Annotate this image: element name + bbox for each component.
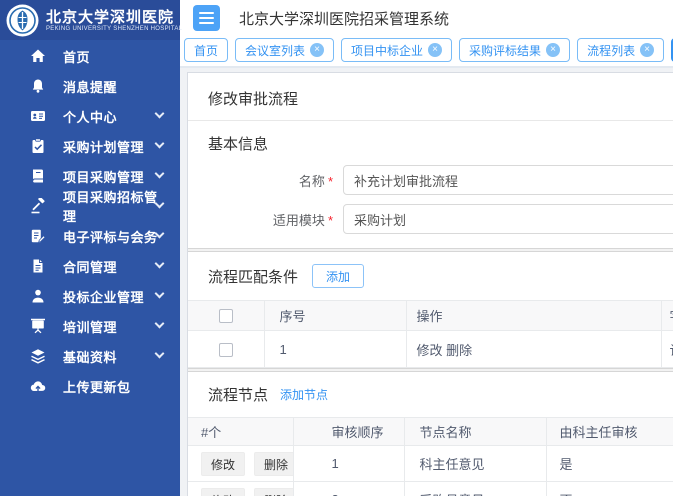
delete-button[interactable]: 删除: [254, 488, 293, 496]
hospital-name-en: PEKING UNIVERSITY SHENZHEN HOSPITAL: [46, 26, 182, 32]
content-area: 修改审批流程 基本信息 名称* 适用模块* 流程匹配条件 添加: [180, 68, 673, 496]
add-condition-button[interactable]: 添加: [312, 264, 364, 288]
cloud-upload-icon: [30, 378, 46, 394]
sidebar-item-e-evaluation[interactable]: 电子评标与会务: [0, 221, 180, 251]
chevron-down-icon: [155, 319, 165, 329]
tab-home[interactable]: 首页: [184, 38, 228, 62]
edit-button[interactable]: 修改: [201, 452, 245, 476]
col-dept-review: 由科主任审核: [546, 418, 673, 446]
table-row: 修改删除 1 科主任意见 是: [188, 446, 673, 482]
delete-button[interactable]: 删除: [254, 452, 293, 476]
match-conditions-table: 序号 操作 字 1 修改 删除 计: [188, 300, 673, 368]
sidebar-item-home[interactable]: 首页: [0, 41, 180, 71]
menu-toggle-button[interactable]: [193, 5, 220, 31]
row-checkbox[interactable]: [219, 343, 233, 357]
chevron-down-icon: [155, 139, 165, 149]
basic-info-heading: 基本信息: [208, 133, 268, 154]
basic-info-form: 名称* 适用模块*: [188, 154, 673, 234]
id-card-icon: [30, 108, 46, 124]
sidebar-item-notifications[interactable]: 消息提醒: [0, 71, 180, 101]
flow-nodes-heading: 流程节点: [208, 384, 268, 405]
chevron-down-icon: [155, 289, 165, 299]
required-asterisk: *: [328, 213, 333, 228]
hospital-logo: 北京大学深圳医院 PEKING UNIVERSITY SHENZHEN HOSP…: [0, 0, 180, 40]
table-row: 1 修改 删除 计: [188, 331, 673, 368]
chevron-down-icon: [155, 349, 165, 359]
sidebar-item-upload-update[interactable]: 上传更新包: [0, 371, 180, 401]
name-field-label: 名称*: [188, 171, 333, 190]
close-icon[interactable]: ×: [310, 43, 324, 57]
chevron-down-icon: [155, 169, 165, 179]
col-node-name: 节点名称: [404, 418, 546, 446]
sidebar-item-purchase-plan[interactable]: 采购计划管理: [0, 131, 180, 161]
table-row: 修改 删除 2 采购员意见 否: [188, 482, 673, 496]
col-partial: 字: [661, 301, 673, 331]
document-edit-icon: [30, 228, 46, 244]
node-name-cell: 科主任意见: [404, 446, 546, 482]
content-card: 修改审批流程 基本信息 名称* 适用模块* 流程匹配条件 添加: [187, 72, 673, 496]
close-icon[interactable]: ×: [428, 43, 442, 57]
sidebar-item-bidder-companies[interactable]: 投标企业管理: [0, 281, 180, 311]
tab-process-list[interactable]: 流程列表 ×: [577, 38, 664, 62]
order-cell: 1: [293, 446, 404, 482]
app-title: 北京大学深圳医院招采管理系统: [239, 8, 449, 29]
flow-nodes-table: #个 审核顺序 节点名称 由科主任审核 修改删除 1 科主任意见 是: [188, 417, 673, 496]
select-all-checkbox[interactable]: [219, 309, 233, 323]
add-node-link[interactable]: 添加节点: [280, 386, 328, 403]
partial-cell: 计: [661, 331, 673, 368]
topbar: 北京大学深圳医院招采管理系统: [180, 0, 673, 36]
seq-cell: 1: [264, 331, 406, 368]
col-actions: 操作: [406, 301, 661, 331]
sidebar-item-contracts[interactable]: 合同管理: [0, 251, 180, 281]
order-cell: 2: [293, 482, 404, 496]
name-input[interactable]: [343, 165, 673, 195]
sidebar-item-base-data[interactable]: 基础资料: [0, 341, 180, 371]
page-title: 修改审批流程: [188, 73, 673, 121]
sidebar-menu: 首页 消息提醒 个人中心 采购计划管理 项目采购管理: [0, 40, 180, 401]
edit-button[interactable]: 修改: [201, 488, 245, 496]
gavel-icon: [30, 198, 46, 214]
main-area: 北京大学深圳医院招采管理系统 首页 会议室列表 × 项目中标企业 × 采购评标结…: [180, 0, 673, 496]
node-name-cell: 采购员意见: [404, 482, 546, 496]
actions-cell[interactable]: 修改 删除: [406, 331, 661, 368]
hospital-name-cn: 北京大学深圳医院: [46, 9, 182, 26]
tab-meeting-room-list[interactable]: 会议室列表 ×: [235, 38, 334, 62]
sidebar-item-training[interactable]: 培训管理: [0, 311, 180, 341]
layers-icon: [30, 348, 46, 364]
tab-bar: 首页 会议室列表 × 项目中标企业 × 采购评标结果 × 流程列表 × 流程 ×: [180, 36, 673, 68]
presentation-icon: [30, 318, 46, 334]
tab-winning-companies[interactable]: 项目中标企业 ×: [341, 38, 452, 62]
table-header-row: #个 审核顺序 节点名称 由科主任审核: [188, 418, 673, 446]
chevron-down-icon: [155, 259, 165, 269]
module-input[interactable]: [343, 204, 673, 234]
dept-review-cell: 否: [546, 482, 673, 496]
person-icon: [30, 288, 46, 304]
home-icon: [30, 48, 46, 64]
tab-evaluation-results[interactable]: 采购评标结果 ×: [459, 38, 570, 62]
col-seq: 序号: [264, 301, 406, 331]
contract-icon: [30, 258, 46, 274]
chevron-down-icon: [155, 109, 165, 119]
sidebar: 北京大学深圳医院 PEKING UNIVERSITY SHENZHEN HOSP…: [0, 0, 180, 496]
col-ops: #个: [188, 418, 293, 446]
dept-review-cell: 是: [546, 446, 673, 482]
sidebar-item-profile[interactable]: 个人中心: [0, 101, 180, 131]
col-order: 审核顺序: [293, 418, 404, 446]
hospital-logo-icon: [6, 4, 39, 37]
close-icon[interactable]: ×: [640, 43, 654, 57]
sidebar-item-bidding[interactable]: 项目采购招标管理: [0, 191, 180, 221]
table-header-row: 序号 操作 字: [188, 301, 673, 331]
close-icon[interactable]: ×: [546, 43, 560, 57]
bell-icon: [30, 78, 46, 94]
clipboard-check-icon: [30, 138, 46, 154]
module-field-label: 适用模块*: [188, 210, 333, 229]
required-asterisk: *: [328, 174, 333, 189]
match-conditions-heading: 流程匹配条件: [208, 266, 298, 287]
book-icon: [30, 168, 46, 184]
